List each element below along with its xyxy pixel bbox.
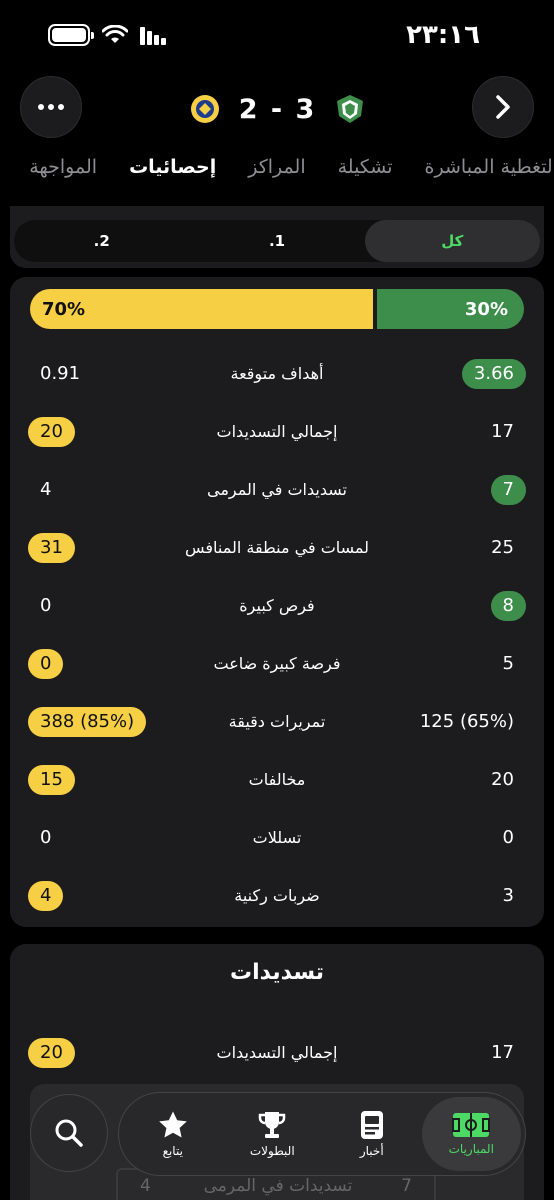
home-team-logo bbox=[337, 95, 363, 123]
stat-row: 0 تسللات 0 bbox=[10, 809, 544, 867]
wifi-icon bbox=[102, 25, 128, 43]
stat-row: 31 لمسات في منطقة المنافس 25 bbox=[10, 519, 544, 577]
stat-label: ضربات ركنية bbox=[234, 886, 320, 905]
pitch-icon bbox=[452, 1113, 491, 1137]
stat-home-value: 20 bbox=[491, 769, 514, 790]
possession-away: 70% bbox=[30, 289, 373, 329]
stat-home-value: 17 bbox=[491, 421, 514, 442]
nav-following[interactable]: يتابع bbox=[123, 1097, 223, 1171]
nav-news[interactable]: أخبار bbox=[322, 1097, 422, 1171]
stat-home-value: 8 bbox=[490, 591, 526, 621]
shots-on-target-label: تسديدات في المرمى bbox=[203, 1176, 353, 1196]
shots-total-home: 17 bbox=[491, 1042, 514, 1063]
stat-home-value: 5 bbox=[502, 653, 514, 674]
nav-leagues[interactable]: البطولات bbox=[223, 1097, 323, 1171]
possession-home: 30% bbox=[377, 289, 524, 329]
tab-stats[interactable]: إحصائيات bbox=[129, 152, 216, 196]
stat-label: فرص كبيرة bbox=[239, 596, 315, 615]
stat-row: 4 ضربات ركنية 3 bbox=[10, 867, 544, 925]
back-button[interactable] bbox=[472, 76, 534, 138]
filter-second-half[interactable]: 2. bbox=[14, 220, 189, 262]
match-tabs: التغطية المباشرة تشكيلة المراكز إحصائيات… bbox=[0, 152, 554, 196]
news-icon bbox=[360, 1111, 383, 1139]
stat-row: 0.91 أهداف متوقعة 3.66 bbox=[10, 345, 544, 403]
stat-row: 4 تسديدات في المرمى 7 bbox=[10, 461, 544, 519]
chevron-right-icon bbox=[496, 95, 510, 119]
tab-live-coverage[interactable]: التغطية المباشرة bbox=[425, 152, 554, 196]
stat-home-value: 7 bbox=[490, 475, 526, 505]
status-time: ٢٣:١٦ bbox=[406, 20, 480, 50]
tab-lineup[interactable]: تشكيلة bbox=[338, 152, 393, 196]
stat-label: تسديدات في المرمى bbox=[207, 480, 347, 499]
nav-matches-label: المباريات bbox=[448, 1142, 494, 1156]
stat-home-value: 3 bbox=[502, 885, 514, 906]
more-button[interactable] bbox=[20, 76, 82, 138]
period-filter-card: كل 1. 2. bbox=[10, 206, 544, 268]
nav-following-label: يتابع bbox=[162, 1144, 183, 1158]
tab-standings[interactable]: المراكز bbox=[248, 152, 305, 196]
period-filter: كل 1. 2. bbox=[14, 220, 540, 262]
shots-total-label: إجمالي التسديدات bbox=[216, 1043, 338, 1062]
stat-label: مخالفات bbox=[248, 770, 306, 789]
bottom-tab-bar: المباريات أخبار البطولات يتابع bbox=[118, 1092, 526, 1176]
shots-title: تسديدات bbox=[230, 960, 324, 985]
stat-row: 0 فرصة كبيرة ضاعت 5 bbox=[10, 635, 544, 693]
scoreboard: 2 - 3 bbox=[190, 84, 365, 134]
tab-head-to-head[interactable]: المواجهة bbox=[29, 152, 97, 196]
stat-row: 20 إجمالي التسديدات 17 bbox=[10, 403, 544, 461]
shots-on-target-home: 7 bbox=[401, 1176, 412, 1196]
stat-label: لمسات في منطقة المنافس bbox=[184, 538, 370, 557]
nav-news-label: أخبار bbox=[359, 1144, 384, 1158]
possession-bar: 70% 30% bbox=[30, 289, 524, 329]
search-icon bbox=[55, 1119, 83, 1147]
more-icon bbox=[38, 104, 64, 110]
stat-label: فرصة كبيرة ضاعت bbox=[213, 654, 341, 673]
shots-total-row: 20 إجمالي التسديدات 17 bbox=[10, 1024, 544, 1082]
stat-row: 0 فرص كبيرة 8 bbox=[10, 577, 544, 635]
nav-matches[interactable]: المباريات bbox=[421, 1097, 521, 1171]
battery-icon bbox=[48, 24, 94, 46]
stat-row: 15 مخالفات 20 bbox=[10, 751, 544, 809]
stat-home-value: 3.66 bbox=[461, 359, 526, 389]
filter-first-half[interactable]: 1. bbox=[189, 220, 364, 262]
stat-home-value: 125 (65%) bbox=[419, 711, 514, 732]
stat-row: 388 (85%) تمريرات دقيقة 125 (65%) bbox=[10, 693, 544, 751]
stat-label: إجمالي التسديدات bbox=[216, 422, 338, 441]
search-button[interactable] bbox=[30, 1094, 108, 1172]
stats-card: 70% 30% 0.91 أهداف متوقعة 3.66 20 إجمالي الت… bbox=[10, 277, 544, 927]
stat-rows: 0.91 أهداف متوقعة 3.66 20 إجمالي التسديدات 17… bbox=[10, 345, 544, 925]
star-icon bbox=[158, 1111, 187, 1138]
away-team-logo bbox=[191, 95, 219, 123]
match-header: 2 - 3 bbox=[0, 76, 554, 140]
signal-icon bbox=[140, 27, 166, 45]
score-text: 2 - 3 bbox=[238, 93, 317, 125]
stat-label: تسللات bbox=[252, 828, 302, 847]
filter-all[interactable]: كل bbox=[364, 220, 540, 262]
nav-leagues-label: البطولات bbox=[249, 1144, 295, 1158]
stat-home-value: 25 bbox=[491, 537, 514, 558]
status-icons bbox=[48, 24, 168, 46]
status-bar: ٢٣:١٦ bbox=[0, 0, 554, 70]
trophy-icon bbox=[259, 1112, 286, 1138]
stat-home-value: 0 bbox=[502, 827, 514, 848]
